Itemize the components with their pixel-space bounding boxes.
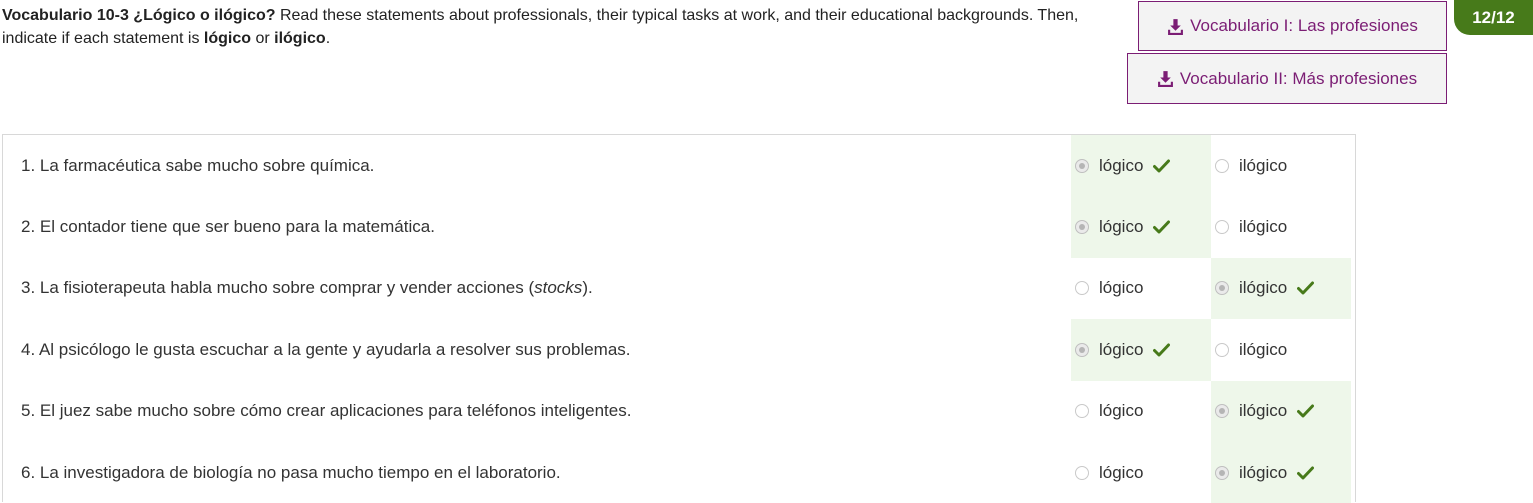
question-row: 6. La investigadora de biología no pasa … — [3, 441, 1355, 503]
checkmark-icon — [1297, 404, 1315, 418]
instructions-ilogico: ilógico — [274, 30, 326, 47]
download-icon — [1157, 70, 1174, 87]
option-ilogico[interactable]: ilógico — [1211, 196, 1351, 257]
question-row: 1. La farmacéutica sabe mucho sobre quím… — [3, 135, 1355, 197]
question-list: 1. La farmacéutica sabe mucho sobre quím… — [2, 134, 1356, 503]
option-label: lógico — [1099, 155, 1144, 175]
instructions-end: . — [325, 30, 331, 47]
option-label: lógico — [1099, 339, 1144, 359]
instructions-title: Vocabulario 10-3 ¿Lógico o ilógico? — [2, 7, 276, 24]
checkmark-icon — [1153, 159, 1171, 173]
radio-logico[interactable] — [1075, 404, 1089, 419]
checkmark-icon — [1153, 343, 1171, 357]
vocab-2-label: Vocabulario II: Más profesiones — [1179, 68, 1418, 88]
option-logico[interactable]: lógico — [1071, 196, 1211, 258]
option-label: lógico — [1099, 217, 1144, 237]
option-label: lógico — [1099, 462, 1144, 482]
option-label: lógico — [1099, 278, 1144, 298]
checkmark-icon — [1297, 281, 1315, 295]
question-row: 4. Al psicólogo le gusta escuchar a la g… — [3, 319, 1355, 381]
instructions-or: or — [251, 30, 275, 47]
radio-logico[interactable] — [1075, 158, 1089, 173]
question-text: 2. El contador tiene que ser bueno para … — [21, 217, 435, 237]
radio-logico[interactable] — [1075, 220, 1089, 235]
question-text: 4. Al psicólogo le gusta escuchar a la g… — [21, 339, 631, 359]
instructions: Vocabulario 10-3 ¿Lógico o ilógico? Read… — [2, 4, 1132, 50]
radio-ilogico[interactable] — [1215, 404, 1229, 419]
question-text-post: ). — [582, 278, 593, 298]
radio-ilogico[interactable] — [1215, 342, 1229, 357]
option-ilogico[interactable]: ilógico — [1211, 257, 1351, 320]
question-row: 5. El juez sabe mucho sobre cómo crear a… — [3, 380, 1355, 442]
question-text: 3. La fisioterapeuta habla mucho sobre c… — [21, 258, 593, 319]
question-text: 1. La farmacéutica sabe mucho sobre quím… — [21, 155, 375, 175]
option-label: ilógico — [1239, 278, 1288, 298]
instructions-logico: lógico — [203, 30, 251, 47]
checkmark-icon — [1297, 466, 1315, 480]
vocab-2-download-button[interactable]: Vocabulario II: Más profesiones — [1127, 53, 1447, 104]
option-logico[interactable]: lógico — [1071, 258, 1211, 319]
option-label: ilógico — [1239, 462, 1288, 482]
vocab-1-label: Vocabulario I: Las profesiones — [1190, 16, 1418, 35]
option-label: ilógico — [1239, 401, 1288, 421]
question-text-pre: 3. La fisioterapeuta habla mucho sobre c… — [21, 278, 535, 298]
radio-logico[interactable] — [1075, 281, 1089, 296]
option-logico[interactable]: lógico — [1071, 135, 1211, 197]
question-text: 5. El juez sabe mucho sobre cómo crear a… — [21, 401, 632, 421]
option-ilogico[interactable]: ilógico — [1211, 319, 1351, 380]
download-icon — [1167, 18, 1184, 35]
option-label: ilógico — [1239, 155, 1288, 175]
question-text-emphasis: stocks — [534, 278, 583, 298]
radio-ilogico[interactable] — [1215, 465, 1229, 480]
score-badge: 12/12 — [1454, 0, 1533, 35]
option-ilogico[interactable]: ilógico — [1211, 441, 1351, 503]
question-row: 3. La fisioterapeuta habla mucho sobre c… — [3, 257, 1355, 320]
radio-ilogico[interactable] — [1215, 220, 1229, 235]
radio-ilogico[interactable] — [1215, 158, 1229, 173]
option-logico[interactable]: lógico — [1071, 442, 1211, 503]
radio-logico[interactable] — [1075, 342, 1089, 357]
question-text: 6. La investigadora de biología no pasa … — [21, 462, 561, 482]
option-ilogico[interactable]: ilógico — [1211, 135, 1351, 196]
vocab-1-download-button[interactable]: Vocabulario I: Las profesiones — [1138, 1, 1447, 51]
question-row: 2. El contador tiene que ser bueno para … — [3, 196, 1355, 258]
option-ilogico[interactable]: ilógico — [1211, 380, 1351, 442]
radio-ilogico[interactable] — [1215, 281, 1229, 296]
checkmark-icon — [1153, 220, 1171, 234]
option-label: ilógico — [1239, 339, 1288, 359]
option-logico[interactable]: lógico — [1071, 319, 1211, 381]
option-label: ilógico — [1239, 217, 1288, 237]
option-label: lógico — [1099, 401, 1144, 421]
option-logico[interactable]: lógico — [1071, 381, 1211, 442]
radio-logico[interactable] — [1075, 465, 1089, 480]
